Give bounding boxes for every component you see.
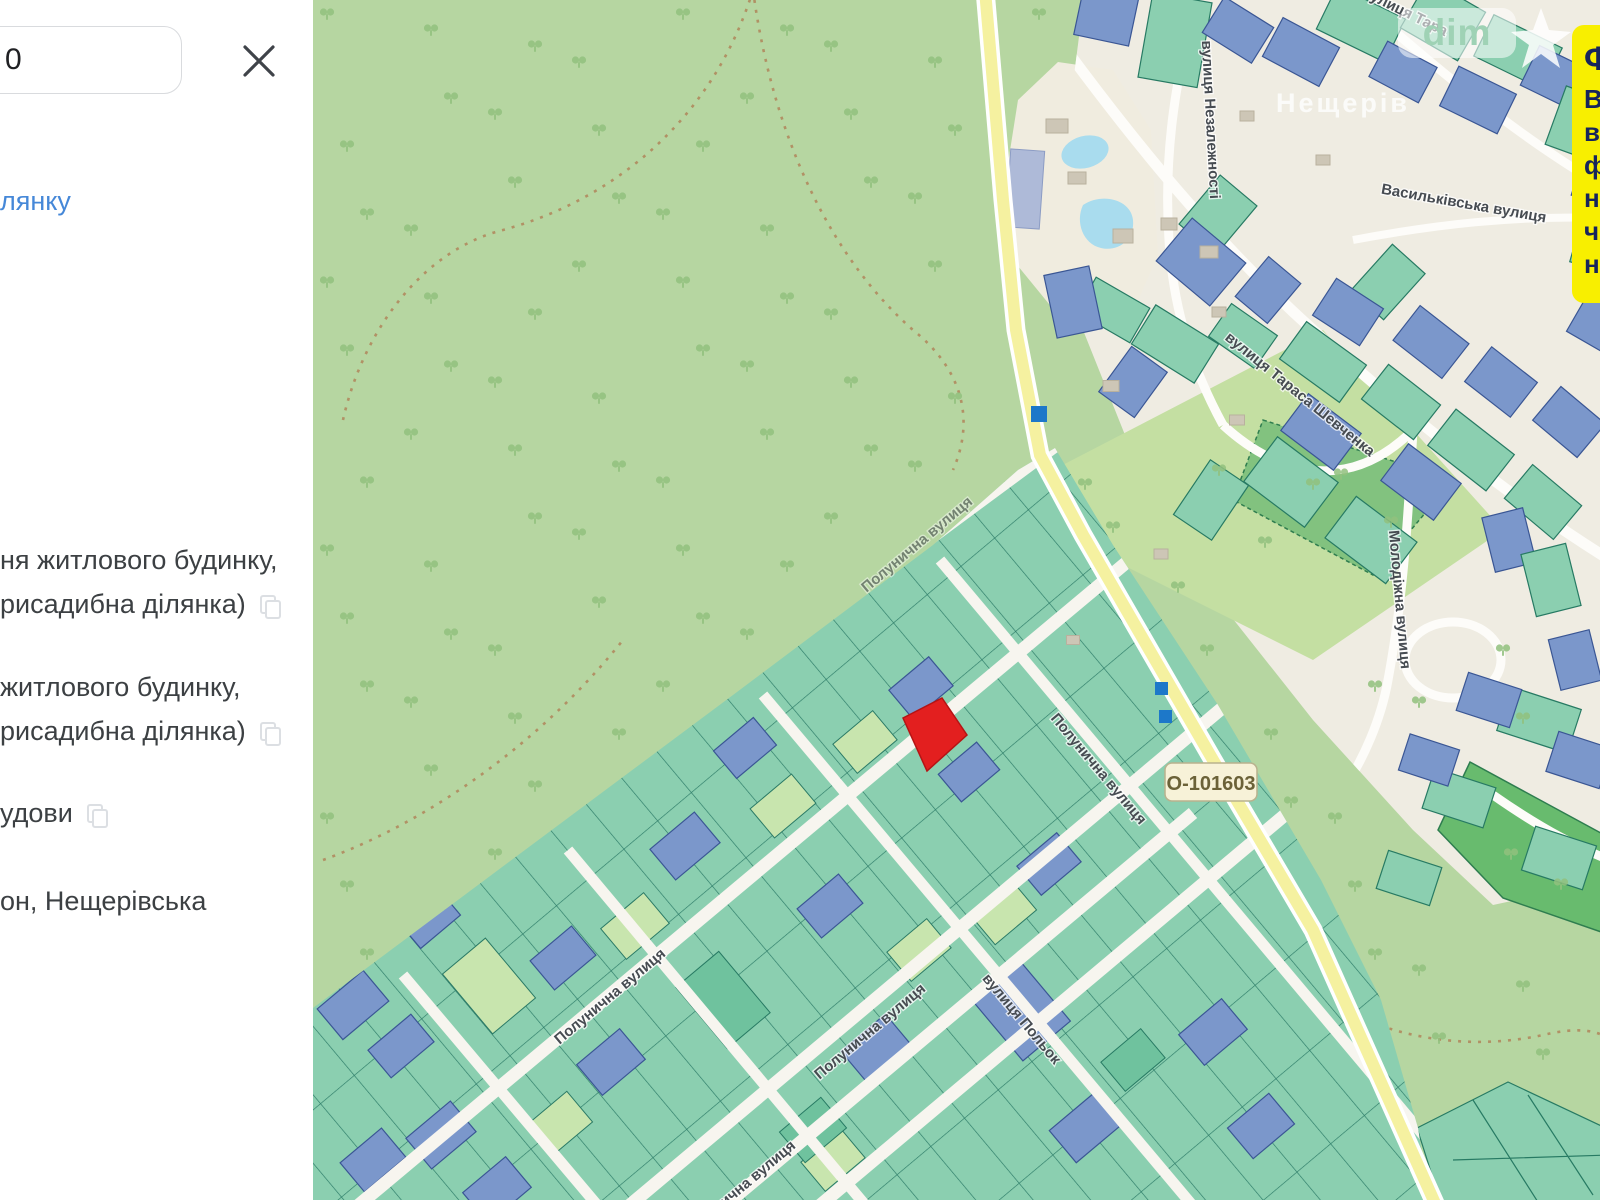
land-category-text: удови bbox=[0, 798, 104, 829]
road-badge: О-101603 bbox=[1165, 763, 1257, 801]
sidebar-panel: лянку ня житлового будинку, рисадибна ді… bbox=[0, 0, 313, 1200]
show-parcel-link[interactable]: лянку bbox=[0, 186, 71, 217]
svg-text:О-101603: О-101603 bbox=[1167, 773, 1256, 795]
place-label: Нещерів bbox=[1276, 88, 1410, 118]
close-icon bbox=[236, 38, 282, 84]
copy-icon[interactable] bbox=[87, 804, 104, 825]
cadastral-search-input[interactable] bbox=[0, 26, 182, 94]
watermark-text: dim bbox=[1423, 12, 1492, 54]
land-use-text: рисадибна ділянка) bbox=[0, 716, 277, 747]
app-window: { "sidebar": { "search": { "value": "0" … bbox=[0, 0, 1600, 1200]
copy-icon[interactable] bbox=[260, 595, 277, 616]
close-button[interactable] bbox=[236, 38, 282, 84]
land-use-text: рисадибна ділянка) bbox=[0, 589, 277, 620]
location-text: он, Нещерівська bbox=[0, 886, 206, 917]
map-canvas[interactable]: О-101603 Полунична вулиця Полунична вули… bbox=[313, 0, 1600, 1200]
land-use-text: ня житлового будинку, bbox=[0, 545, 278, 576]
watermark-badge: dim bbox=[1398, 8, 1516, 58]
copy-icon[interactable] bbox=[260, 722, 277, 743]
notice-box: Ф В в ф н ч н bbox=[1572, 25, 1600, 303]
notice-heading: Ф bbox=[1584, 39, 1600, 79]
land-use-text: житлового будинку, bbox=[0, 672, 240, 703]
